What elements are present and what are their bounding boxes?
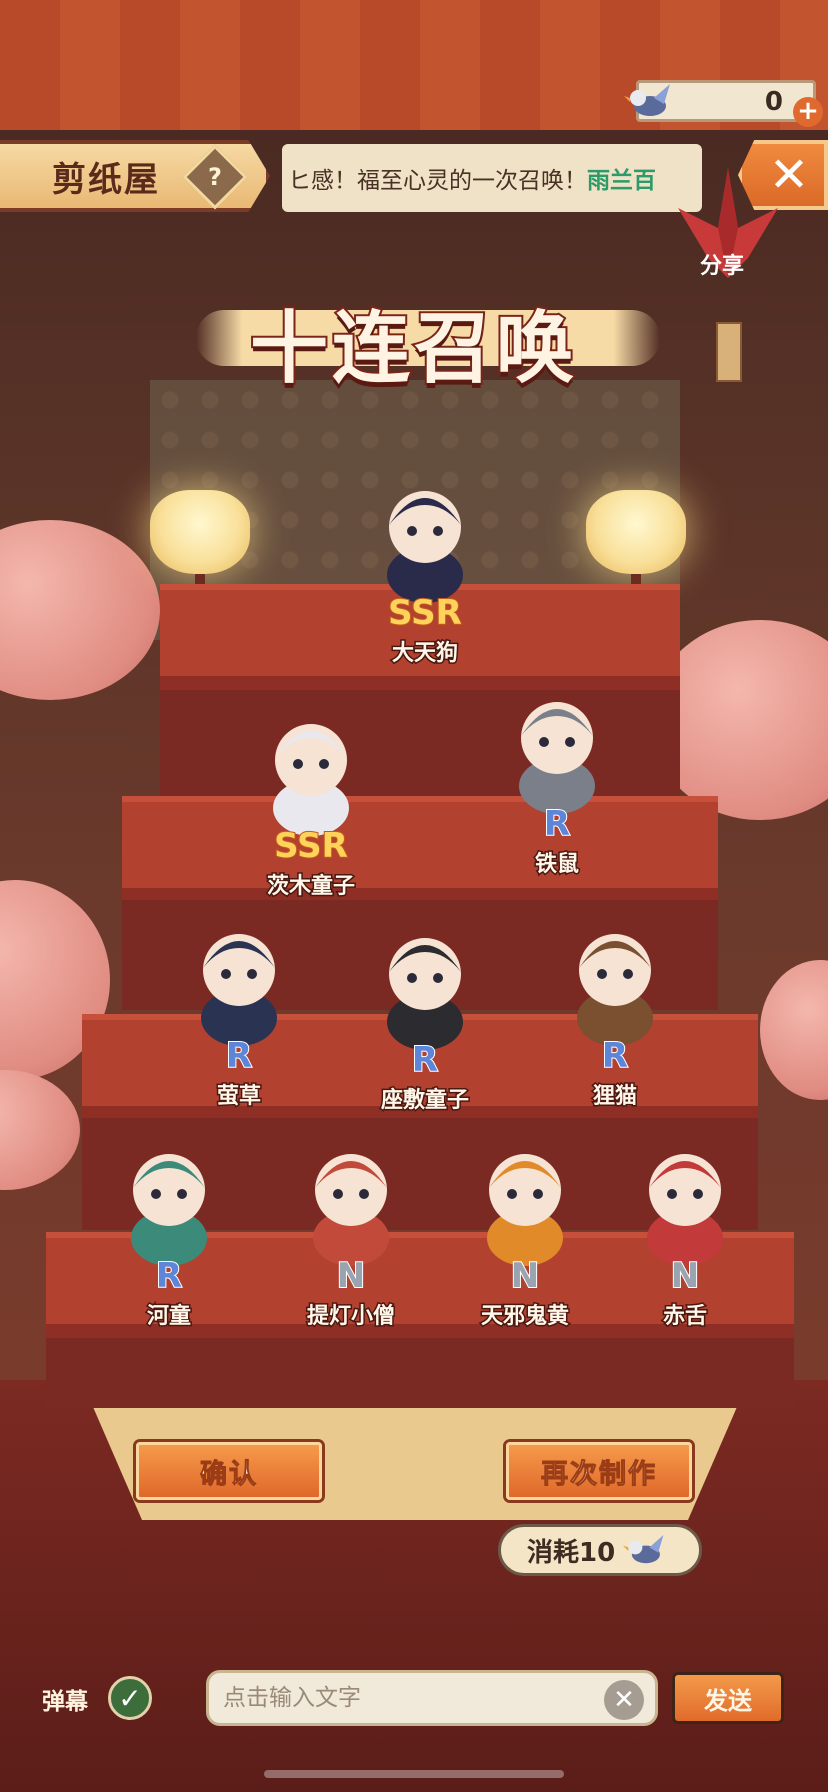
clear-x-icon: ✕ <box>613 1685 635 1715</box>
shikigami-portrait <box>387 938 463 1050</box>
shikigami-portrait <box>201 934 277 1046</box>
shikigami-name: 大天狗 <box>390 640 459 668</box>
summon-result-card[interactable]: R 铁鼠 <box>482 686 632 886</box>
rarity-badge: SSR <box>273 825 349 867</box>
marquee-text: ヒ感！福至心灵的一次召唤！ <box>288 168 587 194</box>
summon-title: 十连召唤 <box>248 302 578 396</box>
danmu-label: 弹幕 <box>42 1689 88 1715</box>
summon-result-card[interactable]: N 赤舌 <box>610 1138 760 1338</box>
shikigami-name: 铁鼠 <box>533 851 580 879</box>
summon-result-card[interactable]: N 提灯小僧 <box>276 1138 426 1338</box>
hanging-charm <box>716 322 742 382</box>
summon-result-card[interactable]: R 萤草 <box>164 918 314 1118</box>
confirm-button[interactable]: 确认 <box>136 1442 322 1500</box>
shikigami-name: 茨木童子 <box>265 873 356 901</box>
summon-result-card[interactable]: SSR 大天狗 <box>350 475 500 675</box>
checkmark-icon: ✓ <box>118 1681 142 1715</box>
marquee-username: 雨兰百 <box>587 168 656 194</box>
shikigami-name: 赤舌 <box>661 1303 708 1331</box>
shikigami-portrait <box>577 934 653 1046</box>
shikigami-portrait <box>131 1154 207 1266</box>
shikigami-portrait <box>387 491 463 603</box>
shikigami-name: 天邪鬼黄 <box>479 1303 570 1331</box>
danmu-toggle[interactable]: ✓ <box>108 1676 152 1720</box>
rarity-badge: R <box>601 1035 629 1077</box>
add-currency-button[interactable]: + <box>793 97 823 127</box>
shikigami-portrait <box>647 1154 723 1266</box>
lantern-right <box>586 490 686 574</box>
home-indicator <box>264 1770 564 1778</box>
summon-result-card[interactable]: R 狸猫 <box>540 918 690 1118</box>
summon-result-screen: 0 + 剪纸屋 ? ヒ感！福至心灵的一次召唤！ 雨兰百 ✕ 分享 十连召唤 SS… <box>0 0 828 1792</box>
shikigami-name: 提灯小僧 <box>305 1303 396 1331</box>
summon-result-card[interactable]: SSR 茨木童子 <box>236 708 386 908</box>
rarity-badge: R <box>225 1035 253 1077</box>
shikigami-portrait <box>273 724 349 836</box>
danmu-input[interactable] <box>206 1670 658 1726</box>
shikigami-portrait <box>487 1154 563 1266</box>
shikigami-name: 座敷童子 <box>379 1087 470 1115</box>
send-button[interactable]: 发送 <box>672 1672 784 1724</box>
shikigami-name: 河童 <box>145 1303 192 1331</box>
shikigami-portrait <box>313 1154 389 1266</box>
rarity-badge: N <box>510 1255 540 1297</box>
cost-label: 消耗10 <box>527 1537 616 1568</box>
rarity-badge: R <box>155 1255 183 1297</box>
shikigami-name: 狸猫 <box>591 1083 638 1111</box>
rarity-badge: R <box>543 803 571 845</box>
summon-result-card[interactable]: R 座敷童子 <box>350 922 500 1122</box>
summon-result-card[interactable]: R 河童 <box>94 1138 244 1338</box>
shikigami-portrait <box>519 702 595 814</box>
paper-bird-icon <box>624 84 670 116</box>
lantern-left <box>150 490 250 574</box>
share-button[interactable]: 分享 <box>700 248 744 280</box>
shop-title: 剪纸屋 <box>52 159 160 200</box>
paper-bird-icon <box>623 1535 664 1564</box>
cost-indicator: 消耗10 <box>498 1524 702 1576</box>
rarity-badge: N <box>336 1255 366 1297</box>
summon-result-card[interactable]: N 天邪鬼黄 <box>450 1138 600 1338</box>
rarity-badge: SSR <box>387 592 463 634</box>
rarity-badge: R <box>411 1039 439 1081</box>
rarity-badge: N <box>670 1255 700 1297</box>
question-mark-icon: ? <box>208 162 222 191</box>
broadcast-marquee: ヒ感！福至心灵的一次召唤！ 雨兰百 <box>282 144 702 212</box>
shikigami-name: 萤草 <box>215 1083 262 1111</box>
summon-again-button[interactable]: 再次制作 <box>506 1442 692 1500</box>
stair-riser-4 <box>46 1338 794 1408</box>
clear-input-button[interactable]: ✕ <box>604 1680 644 1720</box>
currency-value: 0 <box>764 87 783 117</box>
